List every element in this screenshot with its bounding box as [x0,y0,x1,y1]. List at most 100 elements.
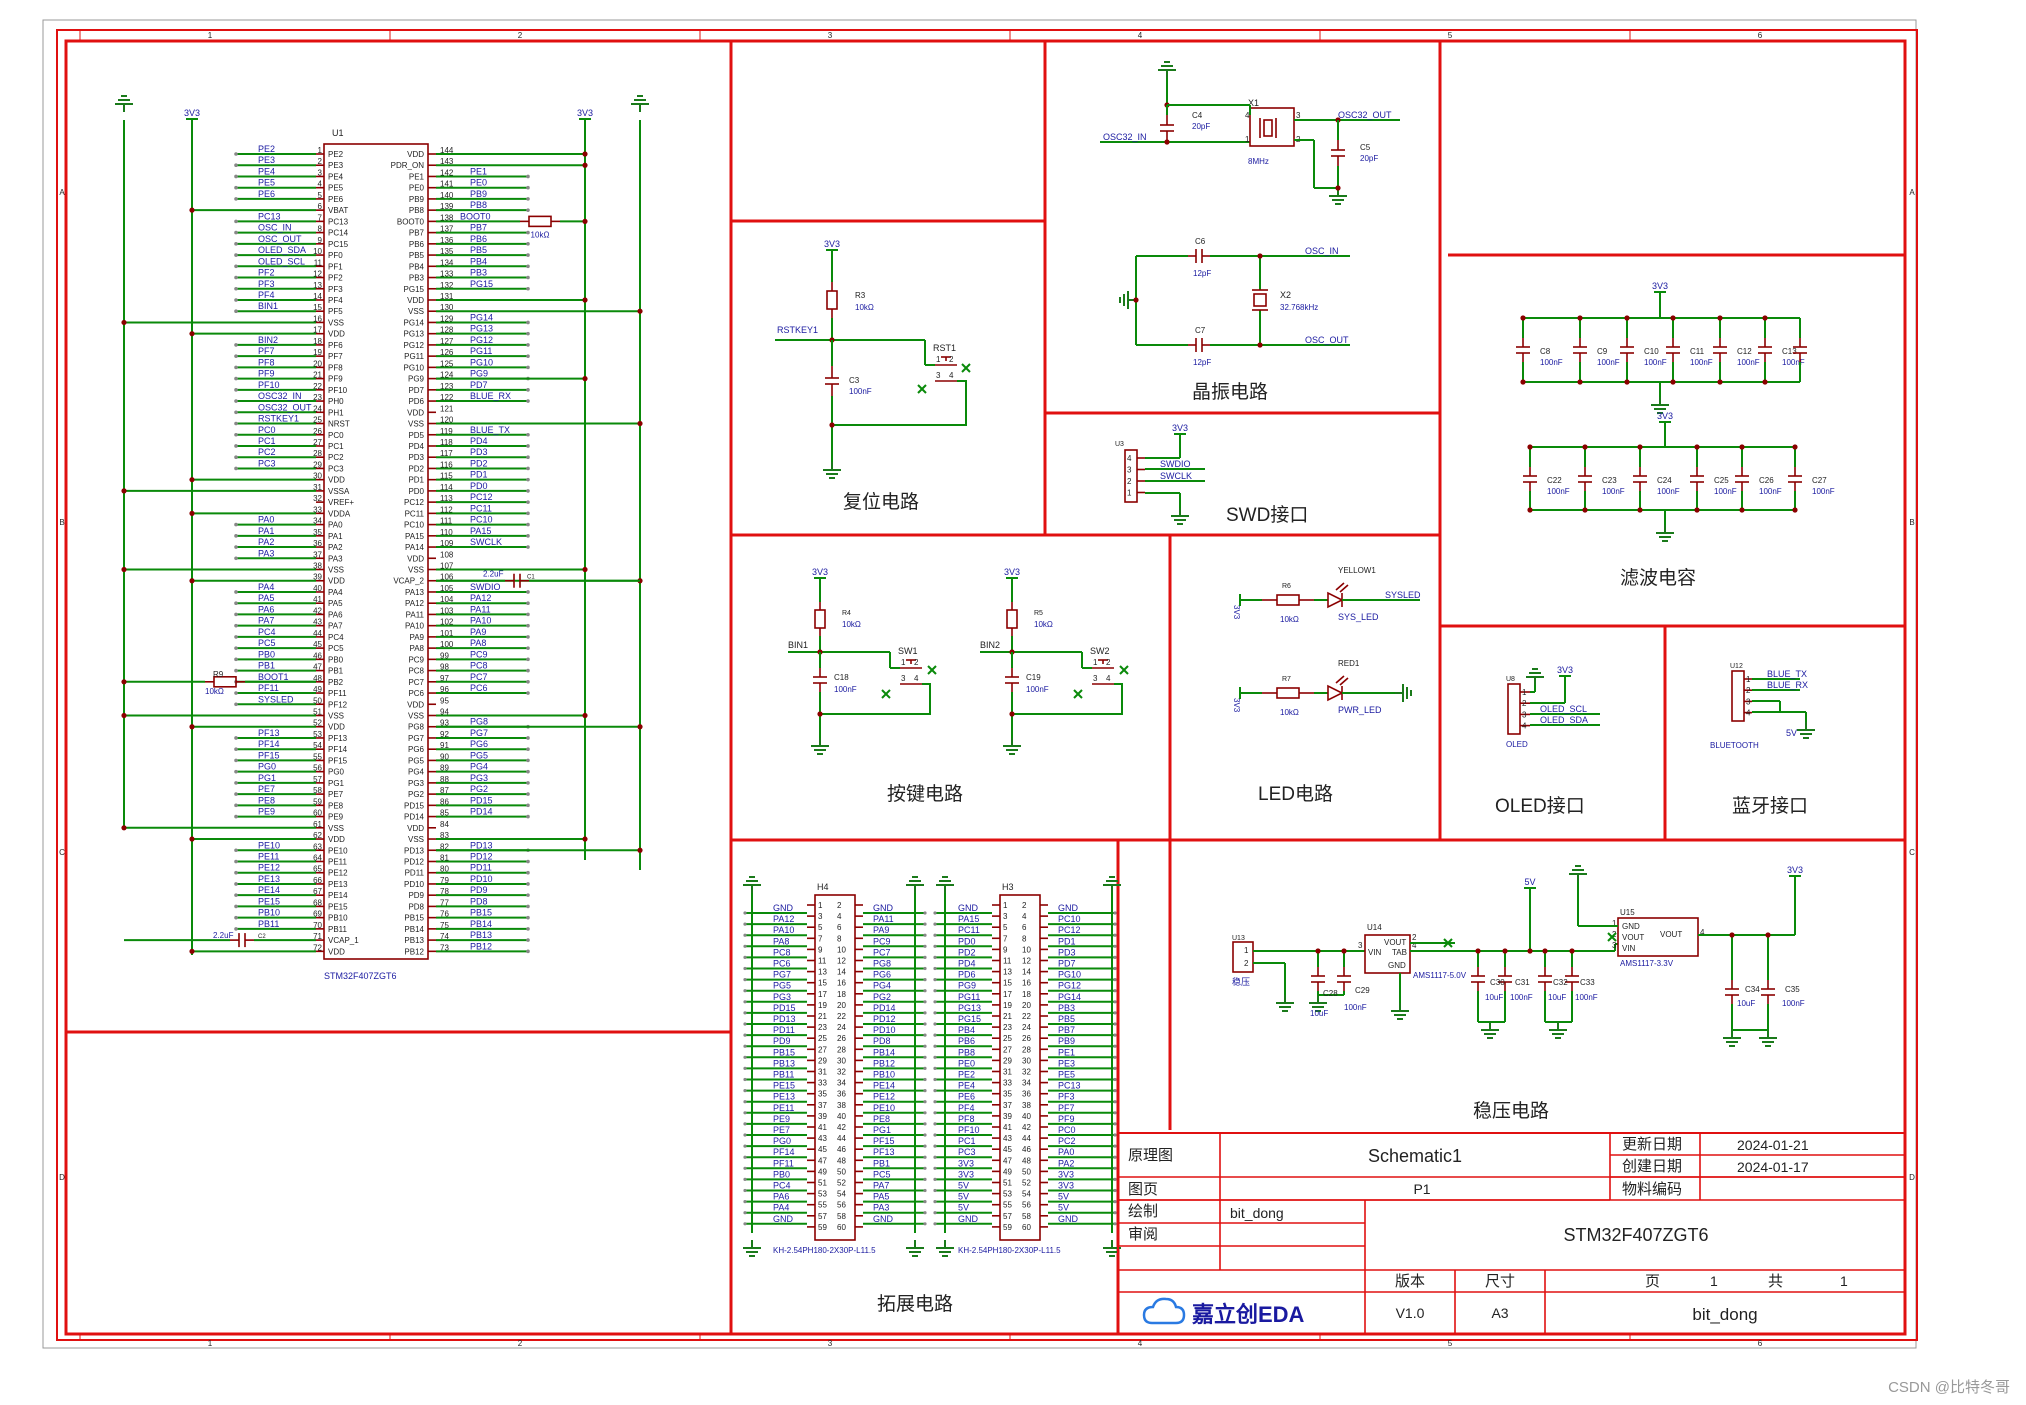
reset-circuit: 3V3 R3 10kΩ RSTKEY1 C3 100nF RST1 1 23 4 复位电路 [775,239,971,513]
cap-ref: C31 [1515,978,1530,987]
pin-name: VDD [407,554,424,563]
net-label: BIN2 [980,640,1000,650]
crystal-value: 8MHz [1248,157,1269,166]
pin-number: 2 [318,157,323,166]
net-end [526,354,530,358]
junction-dot [582,376,588,382]
pin-number: 44 [837,1134,846,1143]
regulator-part: AMS1117-3.3V [1620,959,1674,968]
pin-name: PB4 [409,262,425,271]
pin-number: 7 [1003,934,1008,943]
pin-number: 3 [1358,941,1363,950]
power-label: 3V3 [824,239,840,249]
net-label: PC5 [873,1169,891,1179]
no-connect-mark [961,363,971,373]
net-label: PC2 [258,447,276,457]
pin-number: 5 [818,923,823,932]
pin-number: 37 [1003,1101,1012,1110]
net-end [526,545,530,549]
capacitor [1578,467,1592,491]
net-label: PB11 [258,919,279,929]
pin-name: PD12 [404,857,425,866]
net-label: PD4 [470,436,488,446]
net-label: RSTKEY1 [777,325,818,335]
net-label: PG1 [873,1125,891,1135]
column-marker: 1 [208,1339,213,1348]
pin-name: PF8 [328,363,343,372]
junction-dot [1739,444,1745,450]
pin-number: 46 [837,1145,846,1154]
pin-number: 5 [318,191,323,200]
pin-name: VSS [408,712,424,721]
header-part-label: KH-2.54PH180-2X30P-L11.5 [773,1246,876,1255]
net-label: PE11 [773,1103,794,1113]
net-label: BOOT1 [258,672,289,682]
net-label: PF13 [873,1147,895,1157]
net-label: SWDIO [1160,459,1191,469]
net-label: PG12 [470,335,493,345]
net-end [234,769,238,774]
net-label: PA7 [873,1181,889,1191]
junction-dot [189,207,195,213]
pin-number: 27 [818,1045,827,1054]
pin-number: 1 [936,355,941,364]
net-end [933,1166,937,1170]
net-label: PC13 [258,211,281,221]
pin-name: PF13 [328,734,348,743]
pin-name: PF11 [328,689,347,698]
net-label: PB10 [258,908,280,918]
net-label: SYSLED [258,694,294,704]
switch-ref: SW1 [898,646,918,656]
pin-name: PF0 [328,251,343,260]
pin-name: PF9 [328,375,343,384]
net-end [526,646,530,650]
net-end [526,792,530,796]
cap-ref: C29 [1355,986,1370,995]
net-end [923,1122,927,1126]
net-end [923,1000,927,1004]
net-end [933,966,937,971]
pin-name: VDD [407,700,424,709]
junction-dot [1694,444,1700,450]
pin-name: PC3 [328,464,344,473]
pin-number: 32 [837,1068,846,1077]
pin-number: 4 [1022,912,1027,921]
net-end [234,668,238,673]
schematic-name: Schematic1 [1368,1146,1462,1166]
net-label: 3V3 [1058,1181,1074,1191]
pin-name: PA11 [406,610,425,619]
net-label: PC3 [258,458,276,468]
net-label: PB3 [470,268,487,278]
net-label: PE5 [1058,1070,1075,1080]
net-label: PB9 [1058,1036,1075,1046]
tb-label: 绘制 [1128,1203,1158,1220]
crystal-circuit: C420pFOSC32_INX18MHz41 23 OSC32_OUTC520pFC… [1100,61,1400,403]
pin-name: PF12 [328,700,348,709]
pin-number: 2 [949,355,954,364]
capacitor [1516,338,1530,362]
power-label: 3V3 [812,567,828,577]
cap-ref: C1 [527,575,535,581]
junction-dot [189,578,195,584]
capacitor [1538,967,1552,991]
pin-number: 1 [1522,688,1527,697]
pin-number: 2 [1746,686,1751,695]
net-label: OSC32_IN [1103,132,1147,142]
pin-name: PB7 [409,229,425,238]
net-label: PD2 [470,458,488,468]
net-end [526,331,530,336]
junction-dot [121,825,127,831]
net-label: PB15 [470,908,492,918]
pin-number: 28 [837,1045,846,1054]
cap-ref: C18 [834,673,849,682]
pin-name: VSS [328,712,344,721]
net-label: PE0 [958,1058,975,1068]
pin-name: PE2 [328,150,344,159]
net-end [234,612,238,617]
pin-name: PE6 [328,195,344,204]
net-end [923,1011,927,1015]
net-end [234,747,238,751]
cap-value: 100nF [1714,487,1737,496]
pin-number: 41 [1003,1123,1012,1132]
net-label: PG1 [258,773,276,783]
